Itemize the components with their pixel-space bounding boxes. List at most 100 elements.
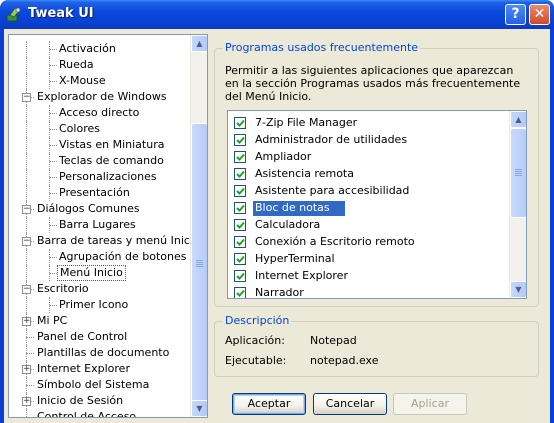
tree-item[interactable]: − Explorador de Windows (9, 89, 191, 105)
tree-item-label: Mi PC (37, 314, 68, 327)
tree-item[interactable]: Menú Inicio (9, 265, 191, 281)
checkmark-icon (236, 255, 245, 263)
tree-item[interactable]: Rueda (9, 57, 191, 73)
program-checkbox[interactable] (234, 287, 246, 298)
tree-item[interactable]: Personalizaciones (9, 169, 191, 185)
tree-item[interactable]: Activación (9, 41, 191, 57)
help-button[interactable]: ? (505, 4, 526, 25)
cancel-button[interactable]: Cancelar (313, 393, 387, 415)
tree-item-label: Activación (59, 42, 116, 55)
tree-item[interactable]: Acceso directo (9, 105, 191, 121)
tree-item[interactable]: Barra Lugares (9, 217, 191, 233)
tree-item-label: Vistas en Miniatura (59, 138, 165, 151)
settings-tree[interactable]: Control de Acceso + Inicio de Sesión Símbol… (8, 34, 208, 418)
programs-description: Permitir a las siguientes aplicaciones q… (225, 64, 521, 103)
expand-icon[interactable]: + (22, 397, 31, 406)
program-list-item[interactable]: Calculadora (234, 217, 514, 233)
tree-scroll-up-button[interactable]: ▲ (191, 35, 207, 52)
program-label: 7-Zip File Manager (255, 116, 358, 129)
program-label: Internet Explorer (255, 269, 348, 282)
program-list-item[interactable]: Narrador (234, 285, 514, 299)
tree-item[interactable]: − Barra de tareas y menú Inicio (9, 233, 200, 249)
tree-item[interactable]: Colores (9, 121, 191, 137)
tree-item[interactable]: Plantillas de documento (9, 345, 191, 361)
program-checkbox[interactable] (234, 117, 246, 129)
checkmark-icon (236, 187, 245, 195)
tree-scroll-down-button[interactable]: ▼ (191, 400, 207, 417)
program-checkbox[interactable] (234, 185, 246, 197)
tree-item-label: Internet Explorer (37, 362, 130, 375)
collapse-icon[interactable]: − (22, 237, 31, 246)
program-list-item[interactable]: Conexión a Escritorio remoto (234, 234, 514, 250)
tree-item[interactable]: Vistas en Miniatura (9, 137, 191, 153)
program-list-item[interactable]: Ampliador (234, 149, 514, 165)
checkmark-icon (236, 272, 245, 280)
collapse-icon[interactable]: − (22, 205, 31, 214)
tree-item[interactable]: Símbolo del Sistema (9, 377, 191, 393)
program-list-item[interactable]: 7-Zip File Manager (234, 115, 514, 131)
program-list-item[interactable]: Asistente para accesibilidad (234, 183, 514, 199)
expand-icon[interactable]: + (22, 317, 31, 326)
tree-scrollbar[interactable]: ▲ ▼ (190, 35, 207, 417)
tree-item-label: Primer Icono (59, 298, 129, 311)
program-checkbox[interactable] (234, 219, 246, 231)
program-list-item[interactable]: Asistencia remota (234, 166, 514, 182)
executable-value: notepad.exe (310, 354, 379, 367)
tree-item[interactable]: − Diálogos Comunes (9, 201, 191, 217)
tree-item[interactable]: − Escritorio (9, 281, 191, 297)
programs-list[interactable]: Narrador Internet Explorer HyperTerminal Co… (227, 110, 527, 299)
program-label: Ampliador (255, 150, 312, 163)
program-label: Asistente para accesibilidad (255, 184, 410, 197)
program-list-item[interactable]: Bloc de notas (234, 200, 514, 216)
program-checkbox[interactable] (234, 168, 246, 180)
tree-item[interactable]: X-Mouse (9, 73, 191, 89)
apply-button[interactable]: Aplicar (393, 393, 467, 415)
program-list-item[interactable]: Internet Explorer (234, 268, 514, 284)
tree-item[interactable]: + Internet Explorer (9, 361, 191, 377)
programs-scroll-down-button[interactable]: ▼ (510, 281, 526, 298)
tree-item-label: Acceso directo (59, 106, 140, 119)
tree-scroll-thumb[interactable] (191, 123, 207, 405)
tree-item-label: Menú Inicio (57, 265, 126, 281)
program-checkbox[interactable] (234, 151, 246, 163)
tree-item-label: Diálogos Comunes (37, 202, 140, 215)
program-checkbox[interactable] (234, 202, 246, 214)
program-label: HyperTerminal (255, 252, 335, 265)
programs-scrollbar[interactable]: ▲ ▼ (509, 111, 526, 298)
dialog-client: Control de Acceso + Inicio de Sesión Símbol… (4, 29, 550, 423)
programs-scroll-up-button[interactable]: ▲ (510, 111, 526, 128)
program-checkbox[interactable] (234, 270, 246, 282)
program-label: Bloc de notas (253, 201, 345, 216)
program-list-item[interactable]: HyperTerminal (234, 251, 514, 267)
tree-item[interactable]: Teclas de comando (9, 153, 191, 169)
tree-item-label: Símbolo del Sistema (37, 378, 150, 391)
description-group-title: Descripción (223, 314, 292, 327)
checkmark-icon (236, 204, 245, 212)
collapse-icon[interactable]: − (22, 285, 31, 294)
tree-item[interactable]: Control de Acceso (9, 409, 191, 417)
executable-label: Ejecutable: (225, 354, 287, 367)
close-button[interactable]: ✕ (529, 4, 550, 25)
tree-item[interactable]: Agrupación de botones (9, 249, 191, 265)
accept-button[interactable]: Aceptar (232, 393, 306, 415)
programs-scroll-thumb[interactable] (510, 128, 526, 218)
program-label: Conexión a Escritorio remoto (255, 235, 415, 248)
application-value: Notepad (310, 334, 357, 347)
expand-icon[interactable]: + (22, 365, 31, 374)
program-checkbox[interactable] (234, 236, 246, 248)
program-checkbox[interactable] (234, 134, 246, 146)
collapse-icon[interactable]: − (22, 93, 31, 102)
tree-item[interactable]: Primer Icono (9, 297, 191, 313)
checkmark-icon (236, 289, 245, 297)
tree-item[interactable]: + Inicio de Sesión (9, 393, 191, 409)
program-list-item[interactable]: Administrador de utilidades (234, 132, 514, 148)
tweakui-window: Tweak UI ? ✕ Control de Acceso + Inicio de… (0, 0, 554, 423)
program-label: Narrador (255, 286, 304, 299)
program-checkbox[interactable] (234, 253, 246, 265)
tree-item-label: Teclas de comando (59, 154, 164, 167)
tree-item[interactable]: Presentación (9, 185, 191, 201)
tree-item[interactable]: + Mi PC (9, 313, 191, 329)
tree-item[interactable]: Panel de Control (9, 329, 191, 345)
title-bar[interactable]: Tweak UI ? ✕ (0, 0, 554, 29)
checkmark-icon (236, 136, 245, 144)
